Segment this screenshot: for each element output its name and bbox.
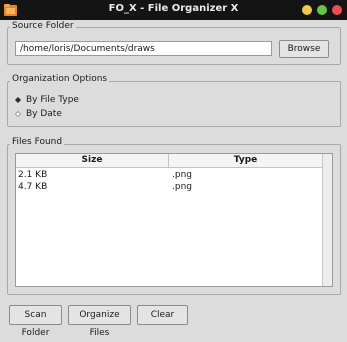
files-found-title: Files Found <box>10 137 65 147</box>
title-bar[interactable]: FO_X - File Organizer X <box>0 0 347 20</box>
browse-button[interactable]: Browse <box>279 40 329 58</box>
cell-size: 2.1 KB <box>18 170 48 180</box>
table-scrollbar[interactable] <box>322 154 332 286</box>
cell-type: .png <box>172 182 192 192</box>
column-header-size[interactable]: Size <box>16 154 169 167</box>
radio-unselected-icon <box>15 111 21 117</box>
organization-options-title: Organization Options <box>10 74 110 84</box>
radio-selected-icon <box>15 97 21 103</box>
maximize-icon[interactable] <box>317 5 327 15</box>
organize-files-button[interactable]: Organize Files <box>68 305 131 338</box>
source-path-field[interactable]: /home/loris/Documents/draws <box>15 41 272 56</box>
radio-label: By File Type <box>26 95 79 105</box>
source-folder-title: Source Folder <box>10 21 76 31</box>
radio-by-date[interactable]: By Date <box>15 108 115 120</box>
window-title: FO_X - File Organizer X <box>108 3 239 14</box>
cell-size: 4.7 KB <box>18 182 48 192</box>
cell-type: .png <box>172 170 192 180</box>
table-row[interactable]: 2.1 KB .png <box>16 170 322 181</box>
files-table[interactable]: Size Type 2.1 KB .png 4.7 KB .png <box>15 153 333 287</box>
radio-by-file-type[interactable]: By File Type <box>15 94 115 106</box>
radio-label: By Date <box>26 109 62 119</box>
clear-button[interactable]: Clear <box>137 305 188 325</box>
close-icon[interactable] <box>332 5 342 15</box>
column-header-type[interactable]: Type <box>169 154 322 167</box>
scan-folder-button[interactable]: Scan Folder <box>9 305 62 338</box>
table-row[interactable]: 4.7 KB .png <box>16 182 322 193</box>
minimize-icon[interactable] <box>302 5 312 15</box>
app-window: FO_X - File Organizer X Source Folder /h… <box>0 0 347 338</box>
table-header: Size Type <box>16 154 322 168</box>
